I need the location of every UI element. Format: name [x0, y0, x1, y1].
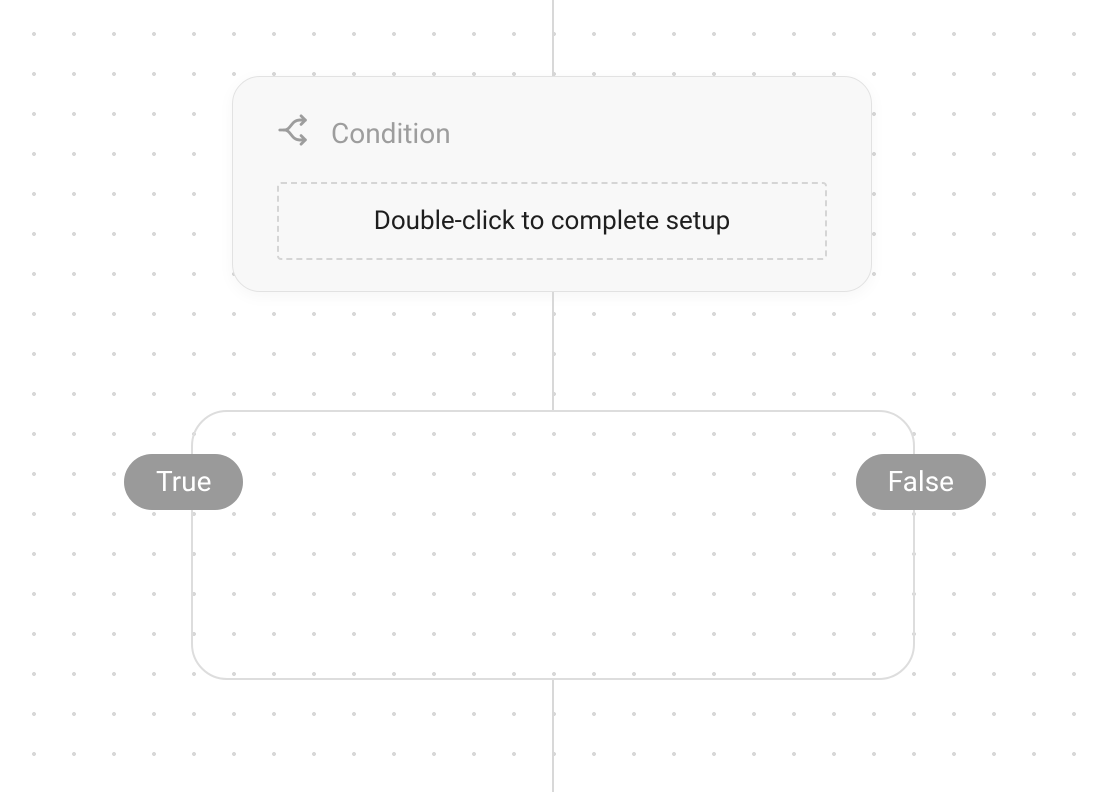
false-branch-label[interactable]: False	[856, 454, 986, 510]
branch-container[interactable]	[191, 410, 915, 680]
condition-node[interactable]: Condition Double-click to complete setup	[232, 76, 872, 292]
flow-canvas[interactable]: Condition Double-click to complete setup…	[0, 0, 1106, 792]
branch-icon	[277, 113, 311, 154]
true-branch-label[interactable]: True	[124, 454, 243, 510]
connector-line-bottom	[552, 680, 554, 792]
condition-setup-prompt[interactable]: Double-click to complete setup	[277, 182, 827, 260]
connector-line-mid	[552, 292, 554, 410]
condition-title: Condition	[331, 117, 451, 150]
connector-line-top	[552, 0, 554, 84]
condition-header: Condition	[277, 113, 827, 154]
